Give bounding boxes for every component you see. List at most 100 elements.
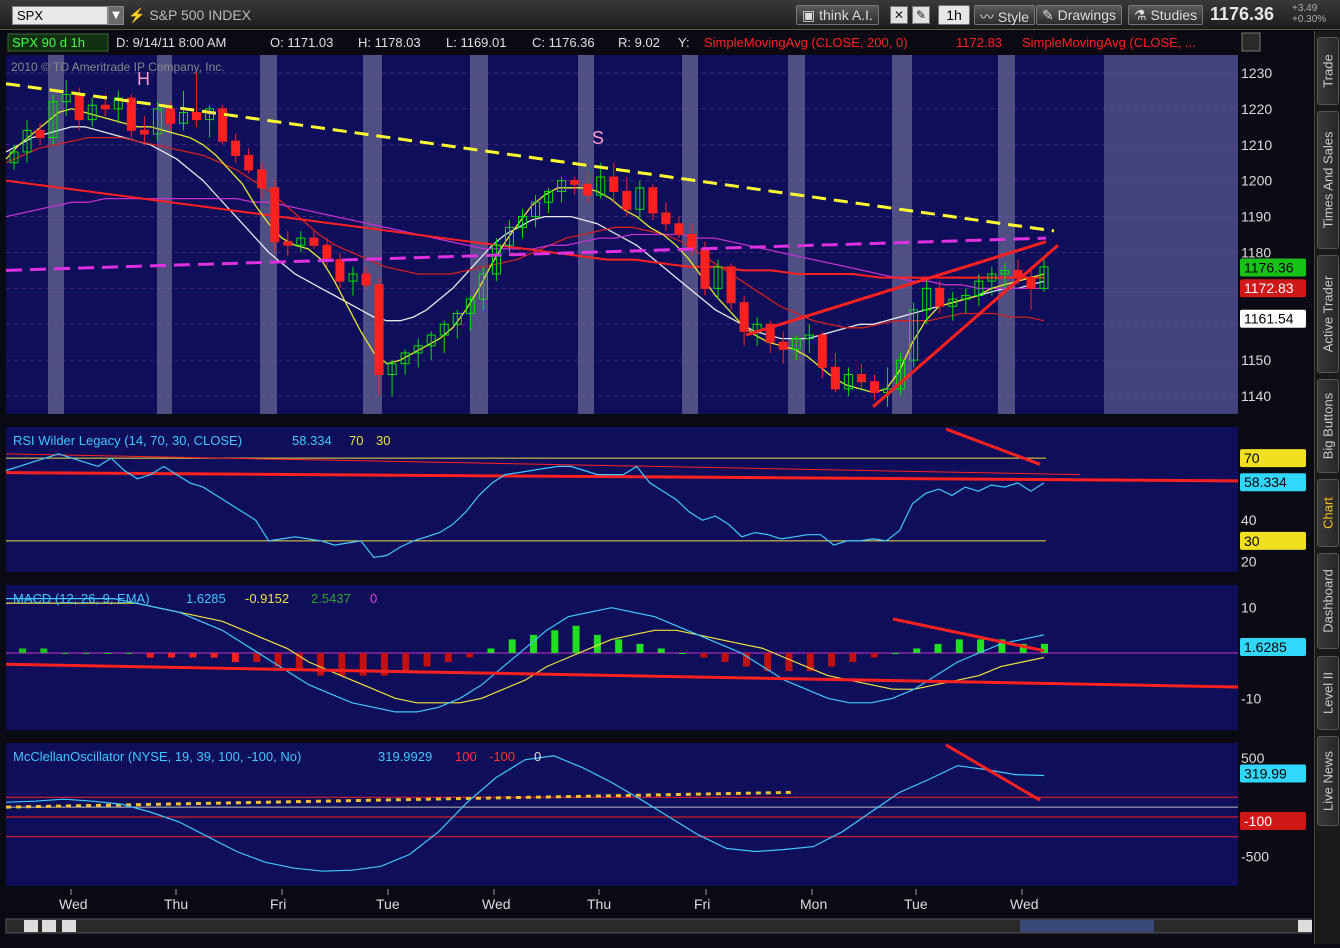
macd-tick: 10 (1241, 600, 1257, 616)
drawings-label: Drawings (1057, 7, 1116, 23)
price-tick: 1200 (1241, 173, 1272, 189)
candle-body (374, 284, 384, 376)
price-panel[interactable]: H S SPX 90 d 1h D: 9/14/11 8:00 AM O: 11… (5, 32, 1261, 414)
price-tick: 1180 (1241, 244, 1271, 260)
studies-button[interactable]: ⚗ Studies (1128, 5, 1204, 25)
macd-hist-bar (423, 652, 431, 667)
time-label: Thu (164, 896, 188, 912)
crosshair-icon[interactable]: ✕ (890, 6, 908, 24)
scrollbar-thumb[interactable] (1020, 920, 1154, 932)
drawings-button[interactable]: ✎ Drawings (1036, 5, 1122, 25)
macd-hist-bar (657, 648, 665, 653)
sidebar-tab-live-news[interactable]: Live News (1317, 736, 1339, 826)
rsi-value: 58.334 (292, 433, 332, 448)
candle-body (648, 187, 658, 214)
candle-body (583, 183, 593, 196)
macd-hist-bar (508, 639, 516, 653)
candle-body (309, 237, 319, 246)
macd-hist-bar (891, 652, 899, 654)
scroll-right-icon[interactable] (1298, 920, 1312, 932)
chart-area[interactable]: H S SPX 90 d 1h D: 9/14/11 8:00 AM O: 11… (0, 31, 1317, 944)
sidebar-tab-label: Active Trader (1320, 275, 1336, 353)
sidebar-tab-active-trader[interactable]: Active Trader (1317, 255, 1339, 373)
candle-body (35, 129, 45, 139)
candle-body (687, 234, 697, 250)
macd-hist-bar (913, 648, 921, 653)
candle-body (139, 129, 149, 135)
think-ai-icon: ▣ (802, 7, 816, 23)
price-tag-last: 1176.36 (1244, 260, 1294, 276)
candle-body (74, 93, 84, 121)
candle-body (165, 108, 175, 124)
price-tick: 1230 (1241, 65, 1272, 81)
candle-body (100, 104, 110, 110)
candle-body (739, 302, 749, 332)
mcclellan-title: McClellanOscillator (NYSE, 19, 39, 100, … (13, 749, 301, 764)
candle-body (817, 334, 827, 368)
candle-body (322, 244, 332, 261)
rsi-panel[interactable]: RSI Wilder Legacy (14, 70, 30, CLOSE) 58… (5, 427, 1239, 572)
zoom-out-icon[interactable] (42, 920, 56, 932)
macd-hist-bar (828, 652, 836, 667)
symbol-description: ⚡ S&P 500 INDEX (128, 7, 251, 24)
macd-hist-bar (572, 625, 580, 653)
sidebar-tab-trade[interactable]: Trade (1317, 37, 1339, 105)
chart-settings-icon[interactable] (1241, 32, 1261, 52)
macd-hist-bar (146, 652, 154, 658)
candle-body (726, 266, 736, 304)
sidebar-tab-level-ii[interactable]: Level II (1317, 656, 1339, 730)
symbol-input[interactable]: SPX (12, 6, 108, 25)
candle-body (126, 97, 136, 131)
candle-body (270, 187, 280, 243)
sidebar-tab-chart[interactable]: Chart (1317, 479, 1339, 547)
pencil-icon[interactable]: ✎ (912, 6, 930, 24)
change-percent: +0.30% (1292, 14, 1327, 25)
time-label: Wed (1010, 896, 1039, 912)
sma-other-label: SimpleMovingAvg (CLOSE, ... (1022, 35, 1196, 50)
time-label: Wed (482, 896, 511, 912)
candle-body (870, 381, 880, 393)
symbol-period: SPX 90 d 1h (12, 35, 85, 50)
candle-body (622, 190, 632, 210)
sidebar-tab-dashboard[interactable]: Dashboard (1317, 553, 1339, 649)
sidebar-tab-label: Trade (1320, 54, 1336, 88)
price-tag-sma: 1172.83 (1244, 280, 1294, 296)
time-label: Thu (587, 896, 611, 912)
macd-hist-bar (466, 652, 474, 658)
macd-panel[interactable]: MACD (12, 26, 9, EMA) 1.6285 -0.9152 2.5… (5, 585, 1239, 730)
macd-hist-bar (444, 652, 452, 663)
last-price: 1176.36 (1210, 4, 1275, 24)
candle-body (674, 223, 684, 235)
mcclellan-tick: -500 (1241, 848, 1269, 864)
chart-svg[interactable]: H S SPX 90 d 1h D: 9/14/11 8:00 AM O: 11… (0, 31, 1317, 944)
sidebar-tab-times-and-sales[interactable]: Times And Sales (1317, 111, 1339, 249)
style-button[interactable]: 〰 Style (974, 5, 1036, 25)
shoulder-label: S (592, 128, 604, 148)
mcclellan-tick: 500 (1241, 750, 1265, 766)
sidebar-tab-label: Dashboard (1320, 569, 1336, 633)
studies-label: Studies (1150, 7, 1198, 23)
candle-body (283, 241, 293, 246)
sidebar-tab-label: Level II (1320, 672, 1336, 714)
toolbar: SPX ▼ ⚡ S&P 500 INDEX ▣ think A.I. ✕ ✎ 1… (0, 0, 1340, 30)
think-ai-button[interactable]: ▣ think A.I. (796, 5, 879, 25)
scrollbar[interactable] (5, 918, 1317, 934)
macd-hist-bar (402, 652, 410, 672)
bar-range: R: 9.02 (618, 35, 660, 50)
macd-hist-bar (317, 652, 325, 676)
candle-body (661, 212, 671, 225)
macd-avg: -0.9152 (245, 591, 289, 606)
macd-header: MACD (12, 26, 9, EMA) 1.6285 -0.9152 2.5… (13, 591, 377, 606)
mcclellan-header: McClellanOscillator (NYSE, 19, 39, 100, … (13, 749, 541, 764)
mcclellan-panel[interactable]: McClellanOscillator (NYSE, 19, 39, 100, … (5, 743, 1238, 886)
symbol-dropdown-icon[interactable]: ▼ (108, 6, 124, 25)
scroll-left-icon[interactable] (62, 920, 76, 932)
think-ai-label: think A.I. (819, 7, 873, 23)
candle-body (192, 111, 202, 121)
macd-tag-value: 1.6285 (1244, 639, 1287, 655)
sidebar-tab-big-buttons[interactable]: Big Buttons (1317, 379, 1339, 473)
zoom-in-icon[interactable] (24, 920, 38, 932)
timeframe-button[interactable]: 1h (938, 5, 970, 25)
time-label: Fri (694, 896, 710, 912)
candle-body (778, 341, 788, 350)
